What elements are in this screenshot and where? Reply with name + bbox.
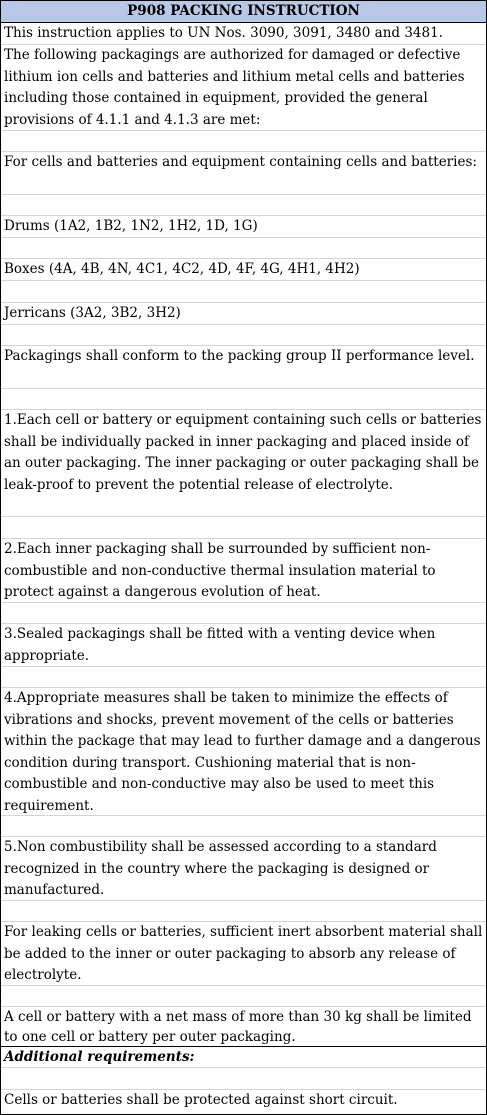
requirement-4-row: 4.Appropriate measures shall be taken to… (1, 688, 486, 816)
blank-row (1, 603, 486, 624)
blank-row (1, 667, 486, 688)
jerricans-row: Jerricans (3A2, 3B2, 3H2) (1, 303, 486, 325)
cells-batteries-row: For cells and batteries and equipment co… (1, 152, 486, 195)
blank-row (1, 389, 486, 410)
packing-instruction-sheet: P908 PACKING INSTRUCTION This instructio… (0, 0, 487, 1115)
boxes-row: Boxes (4A, 4B, 4N, 4C1, 4C2, 4D, 4F, 4G,… (1, 259, 486, 281)
leaking-cells-row: For leaking cells or batteries, sufficie… (1, 922, 486, 986)
blank-row (1, 816, 486, 837)
applies-to-row: This instruction applies to UN Nos. 3090… (1, 23, 486, 45)
blank-row (1, 1068, 486, 1090)
blank-row (1, 131, 486, 152)
blank-row (1, 986, 486, 1007)
blank-row (1, 325, 486, 346)
blank-row (1, 901, 486, 922)
blank-row (1, 195, 486, 216)
performance-level-row: Packagings shall conform to the packing … (1, 346, 486, 389)
blank-row (1, 238, 486, 259)
requirement-5-row: 5.Non combustibility shall be assessed a… (1, 837, 486, 901)
drums-row: Drums (1A2, 1B2, 1N2, 1H2, 1D, 1G) (1, 216, 486, 238)
authorized-packagings-row: The following packagings are authorized … (1, 45, 486, 131)
sheet-title: P908 PACKING INSTRUCTION (1, 1, 486, 23)
additional-requirements-heading: Additional requirements: (1, 1047, 486, 1068)
short-circuit-row: Cells or batteries shall be protected ag… (4, 1092, 398, 1108)
requirement-1-row: 1.Each cell or battery or equipment cont… (1, 410, 486, 517)
requirement-2-row: 2.Each inner packaging shall be surround… (1, 539, 486, 603)
blank-row (1, 281, 486, 303)
blank-row (1, 517, 486, 539)
net-mass-row: A cell or battery with a net mass of mor… (1, 1007, 486, 1047)
requirement-3-row: 3.Sealed packagings shall be fitted with… (1, 624, 486, 667)
